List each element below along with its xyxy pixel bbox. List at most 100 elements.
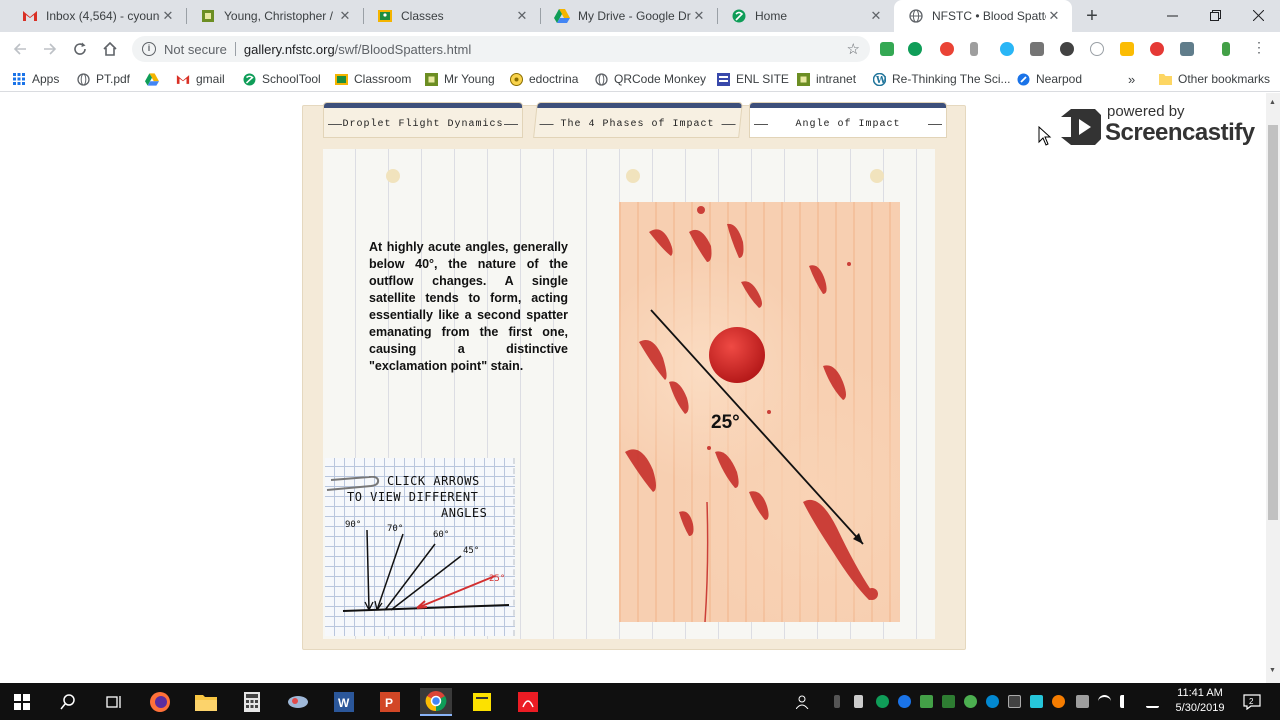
- tab-four-phases-of-impact[interactable]: The 4 Phases of Impact: [533, 102, 743, 138]
- calculator-icon[interactable]: [238, 688, 266, 716]
- bookmark-nearpod[interactable]: Nearpod: [1016, 71, 1082, 87]
- tab-home[interactable]: Home ✕: [717, 0, 894, 32]
- home-button[interactable]: [98, 38, 122, 60]
- bookmark-schooltool[interactable]: SchoolTool: [242, 71, 321, 87]
- notifications-icon[interactable]: 2: [1238, 688, 1266, 716]
- word-icon[interactable]: W: [330, 688, 358, 716]
- arrow-70[interactable]: [376, 533, 404, 611]
- firefox-icon[interactable]: [146, 688, 174, 716]
- minimize-button[interactable]: [1158, 4, 1186, 26]
- bookmark-qrcode-monkey[interactable]: QRCode Monkey: [594, 71, 706, 87]
- close-icon[interactable]: ✕: [691, 8, 707, 24]
- wifi-icon[interactable]: [1098, 695, 1111, 708]
- extension-icon[interactable]: [1180, 42, 1194, 56]
- app-icon[interactable]: [284, 688, 312, 716]
- other-bookmarks[interactable]: Other bookmarks: [1158, 71, 1270, 87]
- bookmark-enl-site[interactable]: ENL SITE: [716, 71, 789, 87]
- tab-gmail[interactable]: Inbox (4,564) - cyoung ✕: [8, 0, 186, 32]
- pen-icon[interactable]: [1146, 695, 1159, 708]
- arrow-60[interactable]: [384, 543, 436, 611]
- tray-icon[interactable]: [942, 695, 955, 708]
- bluetooth-icon[interactable]: [986, 695, 999, 708]
- scrollbar-thumb[interactable]: [1268, 125, 1278, 520]
- extension-icon[interactable]: [1030, 42, 1044, 56]
- tray-chrome-icon[interactable]: [876, 695, 889, 708]
- search-icon[interactable]: [54, 688, 82, 716]
- powerpoint-icon[interactable]: P: [376, 688, 404, 716]
- close-icon[interactable]: ✕: [337, 8, 353, 24]
- scroll-up-icon[interactable]: ▲: [1269, 99, 1276, 106]
- tab-angle-of-impact[interactable]: Angle of Impact: [749, 102, 947, 138]
- people-icon[interactable]: [790, 688, 818, 716]
- bookmark-intranet[interactable]: intranet: [796, 71, 856, 87]
- close-window-button[interactable]: [1244, 4, 1272, 26]
- angle-label-70[interactable]: 70°: [387, 524, 403, 534]
- task-view-icon[interactable]: [100, 688, 128, 716]
- arrow-90[interactable]: [366, 529, 370, 611]
- bookmark-classroom[interactable]: Classroom: [334, 71, 411, 87]
- extension-new-icon[interactable]: [908, 42, 922, 56]
- chrome-icon[interactable]: [420, 688, 452, 716]
- tab-schooltool[interactable]: Young, Christopher / H ✕: [186, 0, 363, 32]
- arrow-45[interactable]: [390, 555, 462, 611]
- bookmark-pt-pdf[interactable]: PT.pdf: [76, 71, 130, 87]
- network-icon[interactable]: [1076, 695, 1089, 708]
- bookmark-apps[interactable]: Apps: [12, 71, 59, 87]
- drive-icon[interactable]: [1120, 42, 1134, 56]
- extension-icon[interactable]: [880, 42, 894, 56]
- close-icon[interactable]: ✕: [160, 8, 176, 24]
- angle-arrows-diagram[interactable]: [325, 458, 515, 636]
- angle-selector-note[interactable]: CLICK ARROWS TO VIEW DIFFERENT ANGLES 90…: [325, 458, 515, 636]
- tray-icon[interactable]: [920, 695, 933, 708]
- menu-icon[interactable]: ⋮: [1252, 40, 1266, 54]
- acrobat-icon[interactable]: [514, 688, 542, 716]
- restore-button[interactable]: [1201, 4, 1229, 26]
- forward-button[interactable]: [38, 38, 62, 60]
- back-button[interactable]: [8, 38, 32, 60]
- extension-icon[interactable]: [1000, 42, 1014, 56]
- file-explorer-icon[interactable]: [192, 688, 220, 716]
- tray-icon[interactable]: [964, 695, 977, 708]
- angle-label-45[interactable]: 45°: [463, 546, 479, 556]
- tab-nfstc-blood-spatters[interactable]: NFSTC • Blood Spatters ✕: [894, 0, 1072, 32]
- page-scrollbar[interactable]: ▲ ▼: [1266, 93, 1280, 683]
- info-icon[interactable]: i: [142, 42, 156, 56]
- system-clock[interactable]: 11:41 AM 5/30/2019: [1168, 686, 1232, 716]
- bookmark-star-icon[interactable]: ☆: [847, 40, 860, 58]
- bookmark-drive[interactable]: [145, 71, 165, 87]
- tab-droplet-flight-dynamics[interactable]: Droplet Flight Dynamics: [323, 102, 523, 138]
- bookmark-rethinking[interactable]: W Re-Thinking The Sci...: [872, 71, 1011, 87]
- tray-icon[interactable]: [1008, 695, 1021, 708]
- close-icon[interactable]: ✕: [868, 8, 884, 24]
- help-icon[interactable]: [1090, 42, 1104, 56]
- scroll-down-icon[interactable]: ▼: [1269, 667, 1276, 674]
- usb-icon[interactable]: [854, 695, 863, 708]
- close-icon[interactable]: ✕: [1046, 8, 1062, 24]
- new-tab-button[interactable]: +: [1082, 6, 1102, 26]
- tray-icon[interactable]: [1030, 695, 1043, 708]
- angle-label-60[interactable]: 60°: [433, 530, 449, 540]
- tab-my-drive[interactable]: My Drive - Google Driv ✕: [540, 0, 717, 32]
- tray-icon[interactable]: [898, 695, 911, 708]
- windows-start-icon[interactable]: [8, 688, 36, 716]
- tray-icon[interactable]: [1052, 695, 1065, 708]
- volume-icon[interactable]: [1120, 695, 1133, 708]
- close-icon[interactable]: ✕: [514, 8, 530, 24]
- angle-label-25[interactable]: 25°: [489, 574, 505, 584]
- angle-label-90[interactable]: 90°: [345, 520, 361, 530]
- tab-classes[interactable]: Classes ✕: [363, 0, 540, 32]
- reload-button[interactable]: [68, 38, 92, 60]
- sticky-notes-icon[interactable]: [468, 688, 496, 716]
- address-bar[interactable]: i Not secure gallery.nfstc.org/swf/Blood…: [132, 36, 870, 62]
- bookmark-mr-young[interactable]: Mr Young: [424, 71, 495, 87]
- bookmark-edoctrina[interactable]: edoctrina: [509, 71, 578, 87]
- extension-icon[interactable]: [940, 42, 954, 56]
- bookmark-gmail[interactable]: gmail: [176, 71, 225, 87]
- extension-icon[interactable]: [1060, 42, 1074, 56]
- tray-icon[interactable]: [834, 695, 840, 708]
- extension-icon[interactable]: [970, 42, 978, 56]
- extension-icon[interactable]: [1150, 42, 1164, 56]
- url-text[interactable]: gallery.nfstc.org/swf/BloodSpatters.html: [244, 42, 471, 57]
- extension-icon[interactable]: [1222, 42, 1230, 56]
- bookmarks-overflow-button[interactable]: »: [1128, 71, 1135, 87]
